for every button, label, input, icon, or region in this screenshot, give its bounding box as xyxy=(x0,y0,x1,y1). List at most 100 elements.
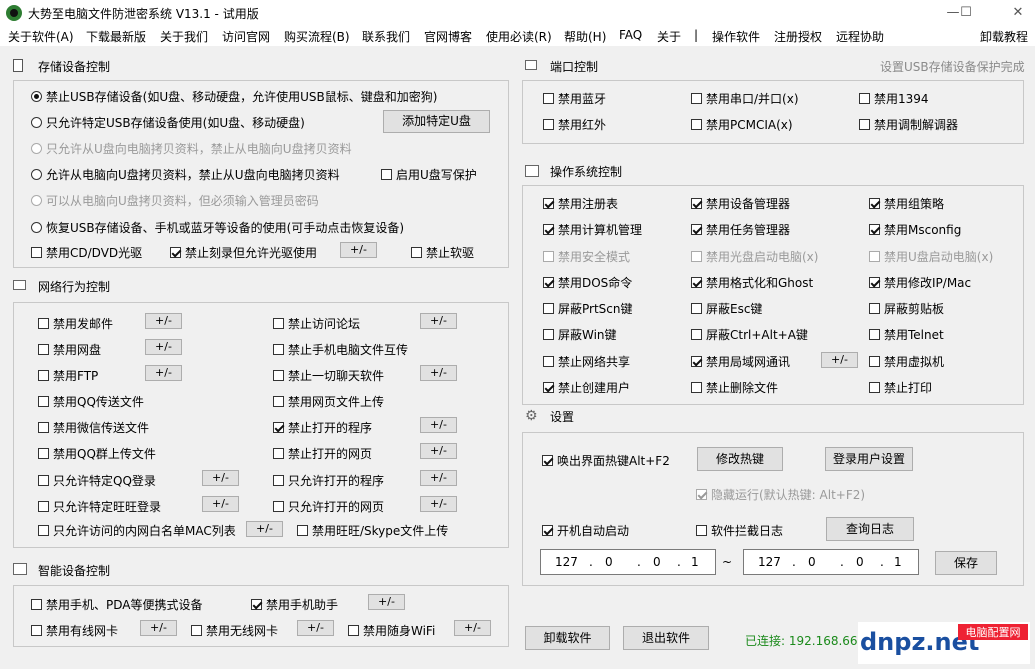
checkbox-icon[interactable] xyxy=(691,356,702,367)
webpages-pm-button[interactable]: +/- xyxy=(420,443,457,459)
os-option-checkbox[interactable]: 禁用Msconfig xyxy=(869,221,961,238)
checkbox-icon[interactable] xyxy=(38,396,49,407)
storage-option-block-usb[interactable]: 禁止USB存储设备(如U盘、移动硬盘，允许使用USB鼠标、键盘和加密狗) xyxy=(31,88,437,105)
hidden-run-checkbox[interactable]: 隐藏运行(默认热键: Alt+F2) xyxy=(696,486,865,503)
save-button[interactable]: 保存 xyxy=(935,551,997,575)
cd-dvd-checkbox[interactable]: 禁用CD/DVD光驱 xyxy=(31,244,142,261)
menu-help[interactable]: 帮助(H) xyxy=(564,28,606,45)
checkbox-icon[interactable] xyxy=(273,370,284,381)
maximize-button[interactable]: ☐ xyxy=(951,2,981,24)
wireless-nic-pm-button[interactable]: +/- xyxy=(297,620,334,636)
os-option-checkbox[interactable]: 屏蔽Ctrl+Alt+A键 xyxy=(691,326,808,343)
block-serial-checkbox[interactable]: 禁用串口/并口(x) xyxy=(691,90,799,107)
storage-option-usb-to-pc[interactable]: 只允许从U盘向电脑拷贝资料，禁止从电脑向U盘拷贝资料 xyxy=(31,140,352,157)
checkbox-icon[interactable] xyxy=(859,93,870,104)
checkbox-icon[interactable] xyxy=(543,93,554,104)
checkbox-icon[interactable] xyxy=(543,119,554,130)
wifi-pm-button[interactable]: +/- xyxy=(454,620,491,636)
menu-purchase[interactable]: 购买流程(B) xyxy=(284,28,350,45)
burn-checkbox[interactable]: 禁止刻录但允许光驱使用 xyxy=(170,244,317,261)
storage-option-specific-usb[interactable]: 只允许特定USB存储设备使用(如U盘、移动硬盘) xyxy=(31,114,305,131)
burn-pm-button[interactable]: +/- xyxy=(340,242,377,258)
mac-whitelist-checkbox[interactable]: 只允许访问的内网白名单MAC列表 xyxy=(38,522,236,539)
chat-pm-button[interactable]: +/- xyxy=(420,365,457,381)
os-option-checkbox[interactable]: 禁止删除文件 xyxy=(691,379,778,396)
os-option-checkbox[interactable]: 屏蔽PrtScn键 xyxy=(543,300,633,317)
allow-programs-checkbox[interactable]: 只允许打开的程序 xyxy=(273,472,384,489)
modify-hotkey-button[interactable]: 修改热键 xyxy=(697,447,783,471)
checkbox-icon[interactable] xyxy=(38,318,49,329)
block-bluetooth-checkbox[interactable]: 禁用蓝牙 xyxy=(543,90,606,107)
checkbox-icon[interactable] xyxy=(691,251,702,262)
checkbox-icon[interactable] xyxy=(691,382,702,393)
ftp-pm-button[interactable]: +/- xyxy=(145,365,182,381)
menu-contact[interactable]: 联系我们 xyxy=(362,28,410,45)
checkbox-icon[interactable] xyxy=(869,382,880,393)
checkbox-icon[interactable] xyxy=(543,356,554,367)
checkbox-icon[interactable] xyxy=(869,198,880,209)
radio-icon[interactable] xyxy=(31,91,42,102)
os-option-checkbox[interactable]: 屏蔽Esc键 xyxy=(691,300,762,317)
checkbox-icon[interactable] xyxy=(273,318,284,329)
checkbox-icon[interactable] xyxy=(543,329,554,340)
checkbox-icon[interactable] xyxy=(869,277,880,288)
checkbox-icon[interactable] xyxy=(411,247,422,258)
block-wireless-nic-checkbox[interactable]: 禁用无线网卡 xyxy=(191,622,278,639)
checkbox-icon[interactable] xyxy=(859,119,870,130)
menu-about[interactable]: 关于 xyxy=(657,28,681,45)
mac-pm-button[interactable]: +/- xyxy=(246,521,283,537)
os-option-checkbox[interactable]: 禁用光盘启动电脑(x) xyxy=(691,248,818,265)
ip-end-input[interactable]: 127 . 0 . 0 . 1 xyxy=(743,549,919,575)
email-pm-button[interactable]: +/- xyxy=(145,313,182,329)
os-option-checkbox[interactable]: 禁用U盘启动电脑(x) xyxy=(869,248,993,265)
checkbox-icon[interactable] xyxy=(543,303,554,314)
checkbox-icon[interactable] xyxy=(273,475,284,486)
menu-remote[interactable]: 远程协助 xyxy=(836,28,884,45)
menu-uninstall-guide[interactable]: 卸载教程 xyxy=(980,28,1028,45)
floppy-checkbox[interactable]: 禁止软驱 xyxy=(411,244,474,261)
checkbox-icon[interactable] xyxy=(691,277,702,288)
os-option-checkbox[interactable]: 禁止打印 xyxy=(869,379,932,396)
os-option-checkbox[interactable]: 禁用设备管理器 xyxy=(691,195,790,212)
checkbox-icon[interactable] xyxy=(869,224,880,235)
query-log-button[interactable]: 查询日志 xyxy=(826,517,914,541)
checkbox-icon[interactable] xyxy=(38,448,49,459)
checkbox-icon[interactable] xyxy=(38,475,49,486)
os-option-checkbox[interactable]: 禁用安全模式 xyxy=(543,248,630,265)
checkbox-icon[interactable] xyxy=(869,303,880,314)
storage-option-admin-password[interactable]: 可以从电脑向U盘拷贝资料，但必须输入管理员密码 xyxy=(31,192,319,209)
storage-option-pc-to-usb[interactable]: 允许从电脑向U盘拷贝资料，禁止从U盘向电脑拷贝资料 xyxy=(31,166,340,183)
block-chat-checkbox[interactable]: 禁止一切聊天软件 xyxy=(273,367,384,384)
checkbox-icon[interactable] xyxy=(273,448,284,459)
checkbox-icon[interactable] xyxy=(543,382,554,393)
storage-option-restore[interactable]: 恢复USB存储设备、手机或蓝牙等设备的使用(可手动点击恢复设备) xyxy=(31,219,404,236)
checkbox-icon[interactable] xyxy=(273,501,284,512)
checkbox-icon[interactable] xyxy=(273,344,284,355)
checkbox-icon[interactable] xyxy=(543,251,554,262)
block-modem-checkbox[interactable]: 禁用调制解调器 xyxy=(859,116,958,133)
checkbox-icon[interactable] xyxy=(38,422,49,433)
checkbox-icon[interactable] xyxy=(170,247,181,258)
checkbox-icon[interactable] xyxy=(297,525,308,536)
menu-register[interactable]: 注册授权 xyxy=(774,28,822,45)
checkbox-icon[interactable] xyxy=(31,625,42,636)
block-qq-group-checkbox[interactable]: 禁用QQ群上传文件 xyxy=(38,445,156,462)
checkbox-icon[interactable] xyxy=(869,329,880,340)
block-wangwang-skype-checkbox[interactable]: 禁用旺旺/Skype文件上传 xyxy=(297,522,448,539)
checkbox-icon[interactable] xyxy=(31,599,42,610)
exit-button[interactable]: 退出软件 xyxy=(623,626,709,650)
block-phone-transfer-checkbox[interactable]: 禁止手机电脑文件互传 xyxy=(273,341,408,358)
checkbox-icon[interactable] xyxy=(543,224,554,235)
usb-write-protect-checkbox[interactable]: 启用U盘写保护 xyxy=(381,166,477,183)
block-programs-checkbox[interactable]: 禁止打开的程序 xyxy=(273,419,372,436)
os-option-checkbox[interactable]: 禁用Telnet xyxy=(869,326,944,343)
checkbox-icon[interactable] xyxy=(691,303,702,314)
block-phone-assistant-checkbox[interactable]: 禁用手机助手 xyxy=(251,596,338,613)
checkbox-icon[interactable] xyxy=(696,525,707,536)
radio-icon[interactable] xyxy=(31,143,42,154)
uninstall-button[interactable]: 卸载软件 xyxy=(525,626,610,650)
radio-icon[interactable] xyxy=(31,195,42,206)
radio-icon[interactable] xyxy=(31,222,42,233)
os-option-checkbox[interactable]: 禁用计算机管理 xyxy=(543,221,642,238)
checkbox-icon[interactable] xyxy=(869,356,880,367)
